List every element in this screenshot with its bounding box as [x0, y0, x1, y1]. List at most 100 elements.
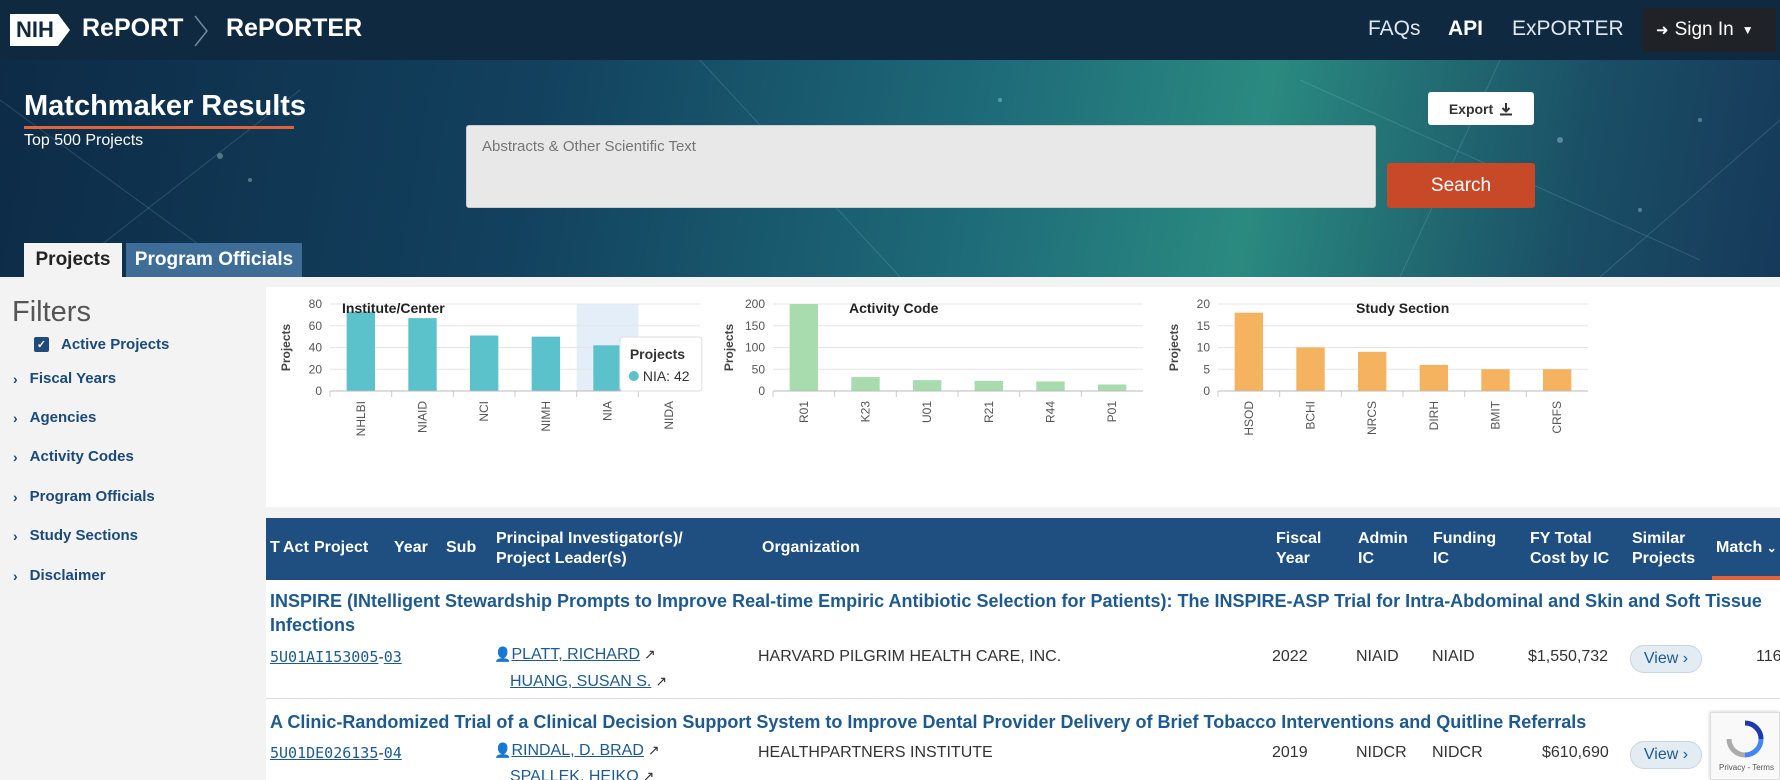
external-link-icon[interactable]: ↗ — [655, 673, 667, 689]
export-button[interactable]: Export — [1428, 92, 1534, 125]
reporter-brand-link[interactable]: RePORTER — [226, 14, 362, 43]
report-brand-link[interactable]: RePORT — [82, 14, 183, 43]
pi-entry[interactable]: SPALLEK, HEIKO ↗ — [510, 768, 654, 780]
x-tick-label: NIAID — [416, 401, 430, 433]
pi-link[interactable]: SPALLEK, HEIKO — [510, 768, 639, 780]
project-number-base[interactable]: 5U01DE026135 — [270, 744, 378, 762]
bar-nhlbi[interactable] — [346, 311, 376, 391]
col-year[interactable]: Year — [394, 538, 428, 558]
bar-nrcs[interactable] — [1357, 351, 1387, 391]
col-type[interactable]: T — [270, 538, 280, 558]
filter-agencies[interactable]: › Agencies — [13, 409, 96, 426]
filter-program-officials[interactable]: › Program Officials — [13, 488, 155, 505]
total-cost: $610,690 — [1542, 744, 1609, 761]
nav-faqs-link[interactable]: FAQs — [1368, 17, 1421, 41]
pi-entry[interactable]: 👤RINDAL, D. BRAD ↗ — [494, 742, 660, 760]
filter-label: Activity Codes — [29, 448, 134, 465]
x-tick-label: DIRH — [1427, 401, 1441, 430]
tooltip-title: Projects — [630, 346, 685, 362]
x-tick-label: BCHI — [1304, 401, 1318, 430]
col-fy-line1: Fiscal — [1276, 530, 1322, 547]
nav-api-link[interactable]: API — [1448, 17, 1483, 41]
bar-r01[interactable] — [789, 304, 819, 391]
recaptcha-badge[interactable]: Privacy - Terms — [1710, 712, 1780, 780]
pi-entry[interactable]: HUANG, SUSAN S. ↗ — [510, 673, 667, 691]
bar-niaid[interactable] — [408, 318, 437, 391]
filter-disclaimer[interactable]: › Disclaimer — [13, 567, 106, 584]
col-admin-ic[interactable]: Admin IC — [1358, 529, 1408, 569]
external-link-icon[interactable]: ↗ — [643, 768, 655, 780]
col-match[interactable]: Match ⌄ — [1716, 538, 1777, 558]
view-label: View — [1643, 650, 1679, 667]
project-number-base[interactable]: 5U01AI153005 — [270, 648, 378, 666]
organization-name: HARVARD PILGRIM HEALTH CARE, INC. — [758, 648, 1062, 665]
chevron-right-icon: › — [1682, 746, 1689, 763]
bar-crfs[interactable] — [1542, 369, 1572, 391]
pi-link[interactable]: HUANG, SUSAN S. — [510, 673, 651, 690]
search-button[interactable]: Search — [1387, 163, 1535, 208]
col-project[interactable]: Project — [314, 538, 368, 558]
chevron-right-icon: › — [1682, 650, 1689, 667]
filter-activity-codes[interactable]: › Activity Codes — [13, 448, 134, 465]
bar-r44[interactable] — [1036, 381, 1065, 391]
col-sub[interactable]: Sub — [446, 538, 476, 558]
project-number[interactable]: 5U01AI153005-03 — [270, 648, 402, 667]
project-title-link[interactable]: INSPIRE (INtelligent Stewardship Prompts… — [270, 589, 1770, 637]
project-title-link[interactable]: A Clinic-Randomized Trial of a Clinical … — [270, 710, 1770, 734]
col-similar[interactable]: Similar Projects — [1632, 529, 1695, 569]
col-funding-ic[interactable]: Funding IC — [1433, 529, 1496, 569]
project-number[interactable]: 5U01DE026135-04 — [270, 744, 402, 763]
organization-name: HEALTHPARTNERS INSTITUTE — [758, 744, 993, 761]
chevron-right-icon: › — [13, 527, 18, 544]
sign-in-button[interactable]: ➜ Sign In ▼ — [1642, 8, 1776, 52]
bar-u01[interactable] — [912, 380, 942, 391]
nih-logo[interactable]: NIH — [10, 14, 70, 46]
col-activity[interactable]: Act — [283, 538, 309, 558]
tab-program-officials[interactable]: Program Officials — [126, 243, 302, 277]
tab-projects[interactable]: Projects — [24, 243, 122, 277]
filter-study-sections[interactable]: › Study Sections — [13, 527, 138, 544]
bar-hsod[interactable] — [1234, 312, 1264, 391]
pi-entry[interactable]: 👤PLATT, RICHARD ↗ — [494, 646, 656, 664]
bar-nci[interactable] — [469, 335, 499, 391]
col-cost[interactable]: FY Total Cost by IC — [1530, 529, 1609, 569]
abstract-search-input[interactable] — [466, 125, 1376, 208]
y-axis-label: Projects — [279, 323, 293, 371]
filter-fiscal-years[interactable]: › Fiscal Years — [13, 370, 116, 387]
x-tick-label: NCI — [477, 401, 491, 422]
col-organization[interactable]: Organization — [762, 538, 860, 558]
bar-nia[interactable] — [593, 345, 622, 391]
bar-k23[interactable] — [851, 377, 880, 391]
col-fy-line2: Year — [1276, 550, 1310, 567]
active-projects-filter[interactable]: ✓ Active Projects — [34, 336, 169, 353]
project-number-sub[interactable]: 04 — [384, 744, 402, 762]
x-tick-label: R01 — [797, 401, 811, 423]
external-link-icon[interactable]: ↗ — [648, 742, 660, 758]
bar-p01[interactable] — [1097, 384, 1127, 391]
title-underline — [24, 126, 294, 129]
col-fiscal-year[interactable]: Fiscal Year — [1276, 529, 1321, 569]
nav-exporter-link[interactable]: ExPORTER — [1512, 17, 1624, 41]
bar-bmit[interactable] — [1481, 369, 1510, 391]
checkbox-checked-icon[interactable]: ✓ — [34, 337, 49, 352]
x-tick-label: K23 — [859, 401, 873, 423]
filters-title: Filters — [12, 296, 91, 328]
admin-ic: NIAID — [1356, 648, 1399, 665]
external-link-icon[interactable]: ↗ — [644, 646, 656, 662]
col-pi[interactable]: Principal Investigator(s)/ Project Leader… — [496, 529, 683, 569]
bar-charts[interactable]: 0 20 40 60 80 Projects NHLBI NIAID NCI NIMH NIA NID… — [266, 287, 1780, 507]
nih-logo-arrow — [57, 14, 70, 46]
view-similar-button[interactable]: View › — [1630, 741, 1702, 769]
bar-bchi[interactable] — [1296, 347, 1325, 392]
view-similar-button[interactable]: View › — [1630, 645, 1702, 673]
bar-dirh[interactable] — [1419, 364, 1449, 391]
project-number-sub[interactable]: 03 — [384, 648, 402, 666]
pi-link[interactable]: RINDAL, D. BRAD — [511, 742, 643, 759]
top-navbar: NIH RePORT RePORTER FAQs API ExPORTER ➜ … — [0, 0, 1780, 60]
bar-r21[interactable] — [974, 380, 1004, 391]
bar-nimh[interactable] — [531, 336, 561, 391]
pi-link[interactable]: PLATT, RICHARD — [511, 646, 640, 663]
recaptcha-text: Privacy - Terms — [1719, 763, 1774, 772]
funding-ic: NIDCR — [1432, 744, 1483, 761]
row-divider — [266, 698, 1780, 699]
